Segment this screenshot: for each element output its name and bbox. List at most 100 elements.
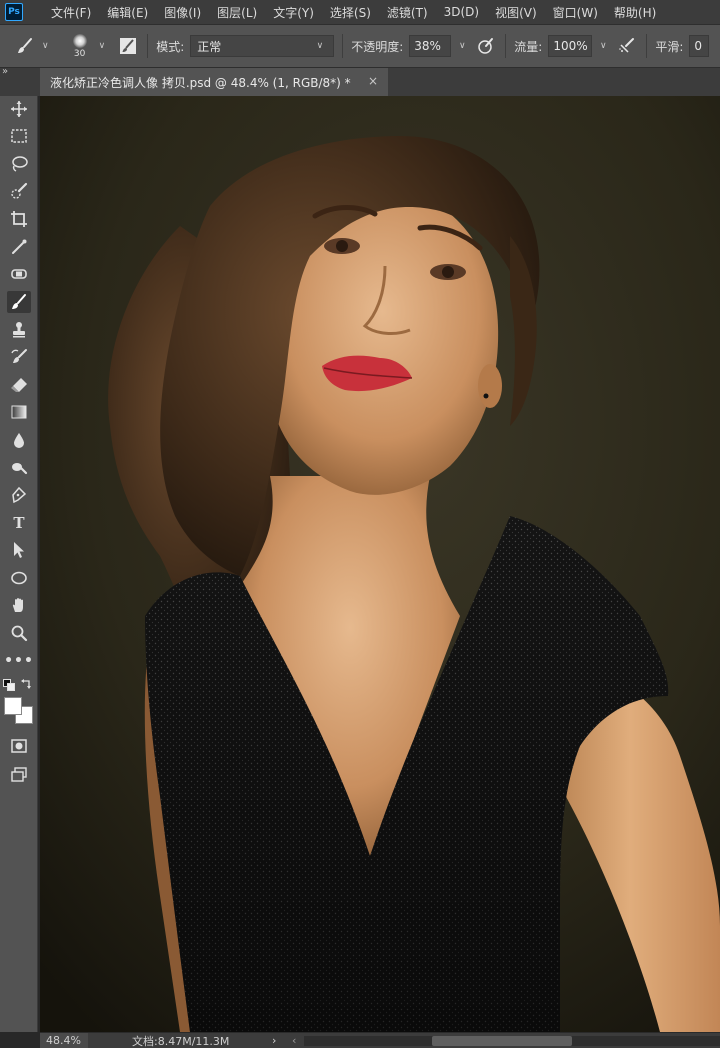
chevron-left-icon[interactable]: ‹ xyxy=(292,1033,296,1048)
eyedropper-icon xyxy=(12,239,27,254)
flow-slider-toggle[interactable]: ∨ xyxy=(594,35,612,57)
flow-input[interactable]: 100% xyxy=(548,35,593,57)
opacity-value: 38% xyxy=(414,39,441,53)
hand-tool[interactable] xyxy=(7,594,31,616)
zoom-level-field[interactable]: 48.4% xyxy=(40,1033,88,1048)
chevron-down-icon: ∨ xyxy=(600,41,607,51)
eraser-tool[interactable] xyxy=(7,374,31,396)
eraser-icon xyxy=(11,378,27,392)
chevron-down-icon: ∨ xyxy=(316,41,324,51)
portrait-photo xyxy=(40,96,720,1032)
brush-size-value: 30 xyxy=(73,48,86,59)
dodge-tool[interactable] xyxy=(7,457,31,479)
menu-layer[interactable]: 图层(L) xyxy=(209,4,265,21)
cursor-icon xyxy=(14,542,24,558)
foreground-color[interactable] xyxy=(4,697,22,715)
stamp-icon xyxy=(13,322,25,338)
dodge-icon xyxy=(12,463,28,475)
history-brush-icon xyxy=(11,349,27,363)
document-canvas[interactable] xyxy=(40,96,720,1032)
crop-tool[interactable] xyxy=(7,208,31,230)
brush-tool[interactable] xyxy=(7,291,31,313)
menu-filter[interactable]: 滤镜(T) xyxy=(379,4,436,21)
smoothing-value: 0 xyxy=(694,39,703,53)
opacity-input[interactable]: 38% xyxy=(409,35,452,57)
blur-tool[interactable] xyxy=(7,429,31,451)
smoothing-input[interactable]: 0 xyxy=(689,35,710,57)
chevron-right-icon[interactable]: › xyxy=(272,1033,276,1048)
lasso-tool[interactable] xyxy=(7,153,31,175)
opacity-slider-toggle[interactable]: ∨ xyxy=(453,35,471,57)
airbrush-button[interactable] xyxy=(616,35,638,57)
screen-mode-icon xyxy=(11,767,27,782)
eyedropper-tool[interactable] xyxy=(7,236,31,258)
pressure-opacity-button[interactable] xyxy=(475,35,497,57)
gradient-icon xyxy=(11,405,27,419)
water-drop-icon xyxy=(14,433,24,448)
brush-settings-button[interactable] xyxy=(117,35,139,57)
menu-select[interactable]: 选择(S) xyxy=(322,4,379,21)
flow-label: 流量: xyxy=(514,39,543,54)
brush-preset-picker[interactable]: 30 xyxy=(65,29,95,63)
airbrush-icon xyxy=(619,38,635,53)
zoom-tool[interactable] xyxy=(7,622,31,644)
move-icon xyxy=(11,101,27,117)
rectangular-marquee-tool[interactable] xyxy=(7,125,31,147)
gradient-tool[interactable] xyxy=(7,401,31,423)
swap-colors[interactable] xyxy=(20,678,32,690)
document-info[interactable]: 文档:8.47M/11.3M xyxy=(132,1033,229,1048)
mode-dropdown[interactable]: 正常 ∨ xyxy=(190,35,335,57)
menu-view[interactable]: 视图(V) xyxy=(487,4,545,21)
chevron-down-icon[interactable]: ∨ xyxy=(42,41,49,51)
horizontal-scrollbar[interactable] xyxy=(304,1036,720,1046)
chevron-down-icon[interactable]: ∨ xyxy=(99,41,106,51)
clone-stamp-tool[interactable] xyxy=(7,319,31,341)
type-icon: T xyxy=(13,514,25,532)
brush-panel-icon xyxy=(120,38,137,54)
default-colors[interactable] xyxy=(3,679,15,691)
menu-type[interactable]: 文字(Y) xyxy=(265,4,322,21)
collapse-panels-icon[interactable]: » xyxy=(2,66,8,77)
crop-icon xyxy=(11,211,27,227)
magnifier-icon xyxy=(11,625,28,642)
menu-image[interactable]: 图像(I) xyxy=(156,4,209,21)
edit-toolbar[interactable]: ••• xyxy=(4,650,33,672)
type-tool[interactable]: T xyxy=(7,512,31,534)
quick-mask[interactable] xyxy=(7,735,31,757)
photoshop-logo: Ps xyxy=(5,3,23,21)
quick-mask-icon xyxy=(11,739,27,753)
scrollbar-thumb[interactable] xyxy=(432,1036,572,1046)
close-icon[interactable]: × xyxy=(368,74,378,88)
quick-selection-tool[interactable] xyxy=(7,180,31,202)
smoothing-label: 平滑: xyxy=(655,39,684,54)
mode-label: 模式: xyxy=(156,39,185,54)
document-tab-title: 液化矫正冷色调人像 拷贝.psd @ 48.4% (1, RGB/8*) * xyxy=(50,75,351,90)
menu-window[interactable]: 窗口(W) xyxy=(545,4,606,21)
menu-bar: Ps 文件(F) 编辑(E) 图像(I) 图层(L) 文字(Y) 选择(S) 滤… xyxy=(0,0,720,24)
history-brush-tool[interactable] xyxy=(7,346,31,368)
mode-value: 正常 xyxy=(197,39,222,54)
move-tool[interactable] xyxy=(7,98,31,120)
path-selection-tool[interactable] xyxy=(7,539,31,561)
bandage-icon xyxy=(11,269,27,279)
ellipse-tool[interactable] xyxy=(7,567,31,589)
pen-tool[interactable] xyxy=(7,484,31,506)
screen-mode[interactable] xyxy=(7,763,31,785)
separator xyxy=(646,34,648,58)
separator xyxy=(147,34,149,58)
document-tab[interactable]: 液化矫正冷色调人像 拷贝.psd @ 48.4% (1, RGB/8*) * × xyxy=(40,68,388,96)
menu-file[interactable]: 文件(F) xyxy=(43,4,99,21)
menu-3d[interactable]: 3D(D) xyxy=(436,5,487,19)
swap-arrow-icon xyxy=(21,679,31,689)
options-bar: ∨ 30 ∨ 模式: 正常 ∨ 不透明度: 38% ∨ 流量: 100% ∨ 平… xyxy=(0,24,720,68)
tool-preset-picker[interactable] xyxy=(12,33,38,59)
brush-tip-icon xyxy=(72,33,87,48)
pen-icon xyxy=(12,486,27,504)
flow-value: 100% xyxy=(553,39,588,53)
spot-healing-brush-tool[interactable] xyxy=(7,263,31,285)
status-bar: 48.4% 文档:8.47M/11.3M › ‹ xyxy=(40,1032,720,1048)
chevron-down-icon: ∨ xyxy=(458,41,466,51)
menu-edit[interactable]: 编辑(E) xyxy=(99,4,156,21)
menu-help[interactable]: 帮助(H) xyxy=(606,4,664,21)
ellipse-icon xyxy=(11,571,27,585)
